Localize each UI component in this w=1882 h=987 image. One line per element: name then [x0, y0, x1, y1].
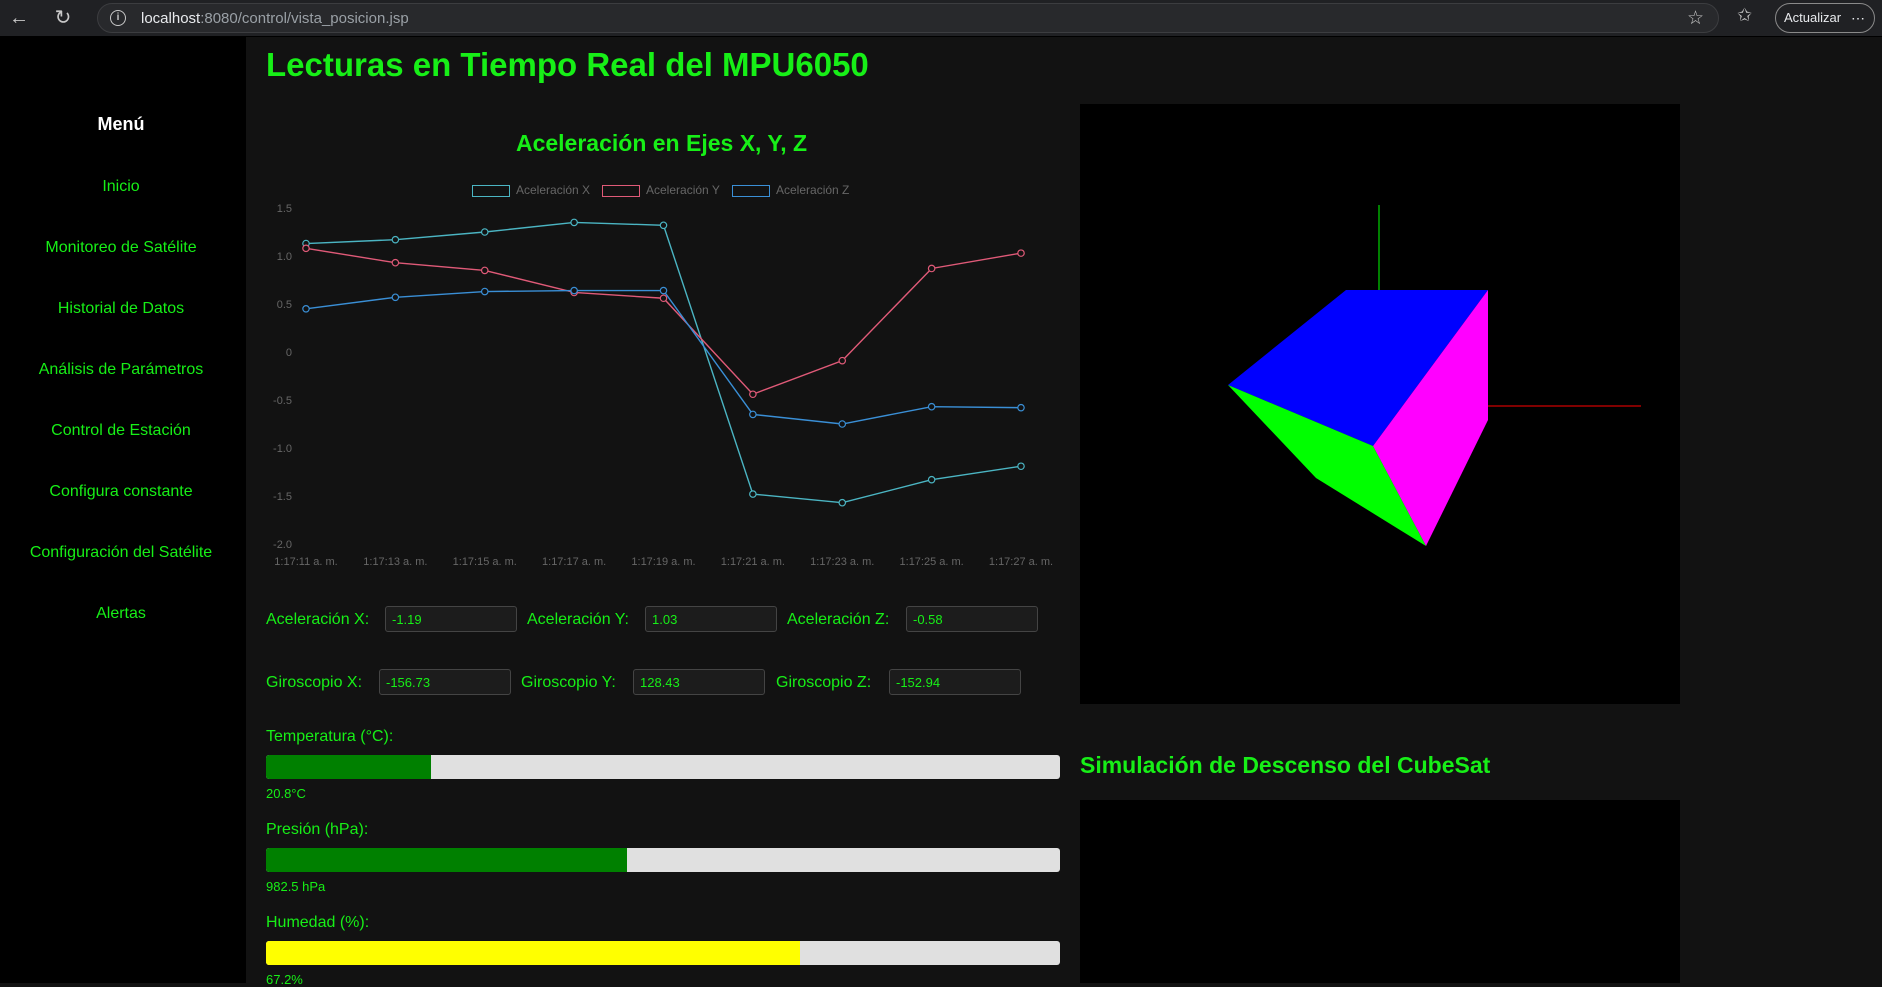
humidity-value: 67.2% — [266, 972, 303, 987]
x-tick-label: 1:17:23 a. m. — [810, 556, 874, 568]
data-point-y — [480, 266, 489, 275]
bookmark-star-icon[interactable]: ☆ — [1687, 7, 1704, 30]
x-tick-label: 1:17:19 a. m. — [631, 556, 695, 568]
gyro-x-label: Giroscopio X: — [266, 674, 363, 691]
data-point-x — [570, 218, 578, 227]
address-bar[interactable]: i localhost:8080/control/vista_posicion.… — [97, 3, 1719, 33]
x-tick-label: 1:17:25 a. m. — [900, 556, 964, 568]
humidity-bar — [266, 941, 1060, 965]
menu-title: Menú — [97, 114, 145, 134]
y-tick-label: -2.0 — [273, 539, 292, 551]
humidity-label: Humedad (%): — [266, 914, 370, 931]
simulation-title: Simulación de Descenso del CubeSat — [1080, 752, 1491, 778]
pressure-bar — [266, 848, 1060, 872]
accel-x-label: Aceleración X: — [266, 611, 370, 628]
reload-icon[interactable]: ↻ — [50, 5, 76, 31]
data-point-x — [838, 498, 847, 507]
y-tick-label: -1.5 — [273, 491, 292, 503]
sidebar: Menú Inicio Monitoreo de Satélite Histor… — [0, 36, 246, 983]
sidebar-item-analisis[interactable]: Análisis de Parámetros — [0, 361, 242, 379]
series-line-y — [305, 247, 1022, 396]
sidebar-item-control[interactable]: Control de Estación — [0, 422, 242, 440]
more-icon: ⋯ — [1851, 10, 1865, 26]
data-point-y — [391, 258, 400, 267]
temperature-label: Temperatura (°C): — [266, 728, 394, 745]
page-title: Lecturas en Tiempo Real del MPU6050 — [266, 46, 869, 83]
y-tick-label: 0 — [286, 347, 292, 359]
data-point-y — [749, 390, 757, 399]
cube-orientation-svg — [1228, 205, 1641, 546]
sidebar-item-alertas[interactable]: Alertas — [0, 605, 242, 623]
gyro-z-label: Giroscopio Z: — [776, 674, 872, 691]
accel-z-label: Aceleración Z: — [787, 611, 890, 628]
y-tick-label: -1.0 — [273, 443, 292, 455]
data-point-x — [927, 475, 936, 484]
data-point-y — [1017, 249, 1025, 257]
data-point-z — [749, 410, 757, 419]
data-point-x — [480, 228, 489, 236]
site-info-icon[interactable]: i — [110, 10, 126, 26]
humidity-bar-fill — [266, 941, 800, 965]
data-point-z — [659, 286, 668, 295]
data-point-z — [302, 305, 310, 313]
x-tick-label: 1:17:11 a. m. — [274, 556, 337, 568]
sidebar-item-configuracion[interactable]: Configuración del Satélite — [0, 544, 242, 562]
x-tick-label: 1:17:15 a. m. — [453, 556, 517, 568]
sidebar-item-monitoreo[interactable]: Monitoreo de Satélite — [0, 239, 242, 257]
data-point-x — [1017, 462, 1025, 471]
data-point-z — [838, 420, 847, 428]
data-point-x — [659, 221, 668, 230]
pressure-bar-fill — [266, 848, 628, 872]
sidebar-item-inicio[interactable]: Inicio — [0, 178, 242, 196]
gyro-x-field[interactable] — [379, 669, 511, 695]
x-tick-label: 1:17:17 a. m. — [542, 556, 606, 568]
accel-z-field[interactable] — [906, 606, 1038, 632]
gyro-y-label: Giroscopio Y: — [521, 674, 616, 691]
accel-y-label: Aceleración Y: — [527, 611, 629, 628]
sidebar-item-constante[interactable]: Configura constante — [0, 483, 242, 501]
series-line-z — [305, 289, 1022, 425]
data-point-y — [927, 264, 936, 273]
data-point-y — [659, 294, 668, 303]
data-point-x — [749, 490, 757, 498]
accel-y-field[interactable] — [645, 606, 777, 632]
temperature-bar — [266, 755, 1060, 779]
pressure-value: 982.5 hPa — [266, 879, 326, 894]
url-text: localhost:8080/control/vista_posicion.js… — [141, 10, 409, 27]
update-button[interactable]: Actualizar ⋯ — [1775, 3, 1875, 33]
data-point-y — [838, 356, 847, 365]
x-tick-label: 1:17:21 a. m. — [721, 556, 785, 568]
gyro-z-field[interactable] — [889, 669, 1021, 695]
favorites-icon[interactable]: ✩ — [1737, 5, 1752, 26]
gyro-y-field[interactable] — [633, 669, 765, 695]
y-tick-label: -0.5 — [273, 395, 292, 407]
descent-simulation-canvas[interactable] — [1080, 800, 1680, 983]
y-tick-label: 1.5 — [277, 203, 292, 215]
chart-title: Aceleración en Ejes X, Y, Z — [515, 130, 808, 156]
acceleration-line-chart: 1.5 1.0 0.5 0 -0.5 -1.0 -1.5 -2.0 1:17:11 a. m. 1… — [273, 203, 1053, 568]
back-arrow-icon[interactable]: ← — [6, 5, 32, 31]
x-tick-label: 1:17:13 a. m. — [363, 556, 427, 568]
accel-x-field[interactable] — [385, 606, 517, 632]
data-point-z — [927, 402, 936, 411]
y-tick-label: 0.5 — [277, 299, 292, 311]
pressure-label: Presión (hPa): — [266, 821, 369, 838]
y-tick-label: 1.0 — [277, 251, 292, 263]
data-point-x — [391, 235, 400, 244]
data-point-z — [391, 293, 400, 302]
data-point-z — [570, 286, 578, 295]
browser-toolbar: ← ↻ i localhost:8080/control/vista_posic… — [0, 0, 1882, 37]
orientation-3d-view[interactable] — [1080, 104, 1680, 704]
temperature-value: 20.8°C — [266, 786, 306, 801]
sidebar-item-historial[interactable]: Historial de Datos — [0, 300, 242, 318]
data-point-z — [1017, 403, 1025, 412]
data-point-z — [480, 287, 489, 296]
temperature-bar-fill — [266, 755, 432, 779]
data-point-y — [302, 244, 310, 253]
x-tick-label: 1:17:27 a. m. — [989, 556, 1053, 568]
